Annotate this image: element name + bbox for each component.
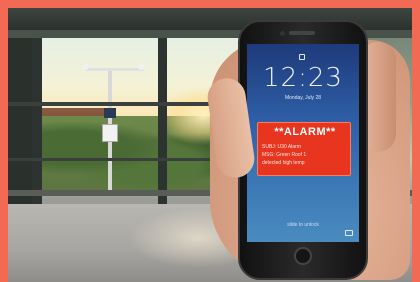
camera-icon[interactable]	[345, 230, 353, 236]
earpiece	[289, 31, 315, 35]
alarm-message-detail: detected high temp	[262, 160, 305, 166]
home-button[interactable]	[294, 247, 312, 265]
solar-panel	[104, 108, 116, 118]
wind-vane	[138, 63, 145, 70]
lock-screen-clock: 12:23	[263, 63, 343, 93]
phone-lock-screen[interactable]: 12:23 Monday, July 28 **ALARM** SUBJ: U3…	[247, 44, 359, 242]
alarm-message: MSG: Green Roof 1	[262, 152, 307, 158]
front-camera-icon	[280, 31, 285, 36]
lock-icon	[299, 54, 305, 60]
alarm-title: **ALARM**	[274, 126, 336, 138]
lock-screen-date: Monday, July 28	[284, 95, 322, 101]
weather-station-logger	[102, 124, 118, 142]
alarm-notification[interactable]: **ALARM** SUBJ: U30 Alarm MSG: Green Roo…	[257, 122, 351, 176]
slide-to-unlock[interactable]: slide to unlock	[247, 222, 359, 228]
anemometer-cup	[82, 63, 89, 70]
weather-station-arm	[86, 68, 144, 71]
alarm-subject: SUBJ: U30 Alarm	[262, 144, 301, 150]
